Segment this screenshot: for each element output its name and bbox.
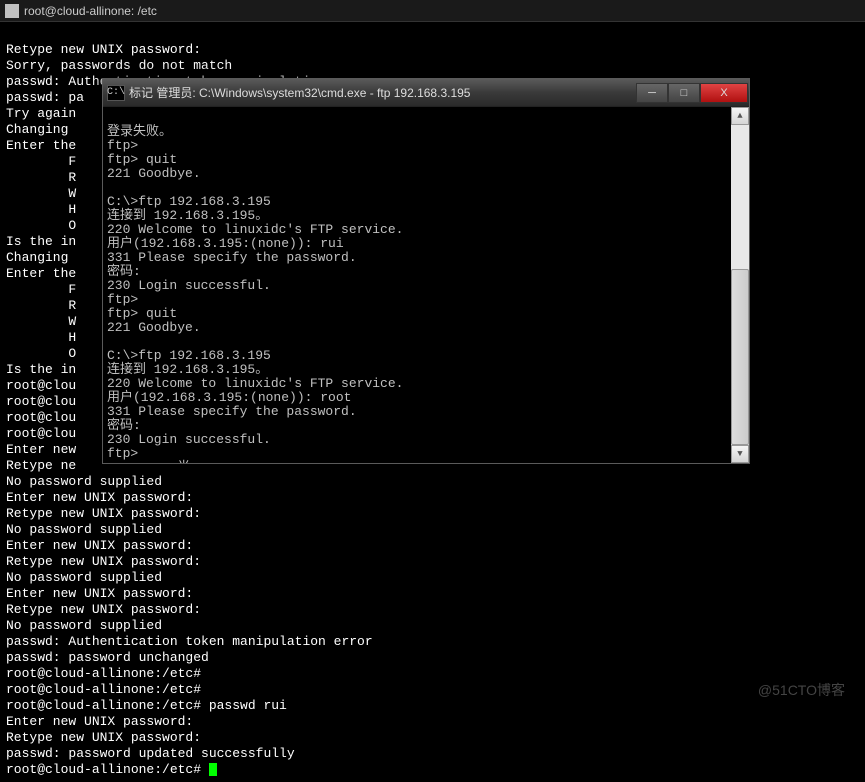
cmd-line: 密码:	[107, 418, 141, 433]
terminal-line: W	[6, 186, 76, 201]
terminal-line: No password supplied	[6, 618, 162, 633]
terminal-line: Enter new	[6, 442, 76, 457]
cmd-line: 用户(192.168.3.195:(none)): rui	[107, 236, 344, 251]
terminal-line: Retype new UNIX password:	[6, 42, 201, 57]
minimize-button[interactable]: ─	[636, 83, 668, 103]
cmd-line: ftp> quit	[107, 152, 177, 167]
terminal-line: root@clou	[6, 378, 76, 393]
scrollbar: ▲ ▼	[731, 107, 749, 463]
cmd-line: 密码:	[107, 264, 141, 279]
terminal-line: Sorry, passwords do not match	[6, 58, 232, 73]
terminal-line: Retype new UNIX password:	[6, 506, 201, 521]
cmd-icon: C:\	[107, 85, 125, 101]
cmd-line: 331 Please specify the password.	[107, 250, 357, 265]
terminal-line: F	[6, 282, 76, 297]
scroll-down-button[interactable]: ▼	[731, 445, 749, 463]
cmd-titlebar[interactable]: C:\ 标记 管理员: C:\Windows\system32\cmd.exe …	[103, 79, 749, 107]
cmd-line: ftp>	[107, 138, 138, 153]
terminal-line: H	[6, 330, 76, 345]
terminal-line: Enter the	[6, 266, 76, 281]
scroll-track[interactable]	[731, 125, 749, 445]
cmd-terminal-content[interactable]: 登录失败。 ftp> ftp> quit 221 Goodbye. C:\>ft…	[103, 107, 731, 463]
terminal-line: H	[6, 202, 76, 217]
terminal-line: root@cloud-allinone:/etc#	[6, 682, 201, 697]
putty-titlebar[interactable]: root@cloud-allinone: /etc	[0, 0, 865, 22]
cmd-body: 登录失败。 ftp> ftp> quit 221 Goodbye. C:\>ft…	[103, 107, 749, 463]
cmd-line: ftp>	[107, 292, 138, 307]
cmd-line: ftp>	[107, 446, 138, 461]
terminal-line: passwd: password updated successfully	[6, 746, 295, 761]
terminal-line: Changing	[6, 250, 76, 265]
terminal-line: Is the in	[6, 362, 76, 377]
terminal-line: O	[6, 218, 76, 233]
terminal-line: Enter new UNIX password:	[6, 586, 193, 601]
terminal-line: Changing	[6, 122, 76, 137]
terminal-line: Enter the	[6, 138, 76, 153]
cmd-line: ftp> quit	[107, 306, 177, 321]
terminal-line: Retype new UNIX password:	[6, 602, 201, 617]
terminal-line: F	[6, 154, 76, 169]
cmd-line: 221 Goodbye.	[107, 166, 201, 181]
terminal-line: No password supplied	[6, 474, 162, 489]
terminal-line: root@clou	[6, 410, 76, 425]
terminal-line: Retype ne	[6, 458, 76, 473]
cmd-line: 331 Please specify the password.	[107, 404, 357, 419]
window-controls: ─ □ X	[636, 83, 748, 103]
cmd-line: 230 Login successful.	[107, 278, 271, 293]
cmd-line: 用户(192.168.3.195:(none)): root	[107, 390, 351, 405]
terminal-line: Enter new UNIX password:	[6, 490, 193, 505]
terminal-line: R	[6, 170, 76, 185]
putty-icon	[5, 4, 19, 18]
terminal-line: Retype new UNIX password:	[6, 730, 201, 745]
scroll-thumb[interactable]	[731, 269, 749, 445]
cmd-line: 221 Goodbye.	[107, 320, 201, 335]
terminal-line: Try again	[6, 106, 76, 121]
terminal-line: root@cloud-allinone:/etc#	[6, 762, 209, 777]
terminal-line: R	[6, 298, 76, 313]
maximize-button[interactable]: □	[668, 83, 700, 103]
cmd-line: 230 Login successful.	[107, 432, 271, 447]
terminal-line: O	[6, 346, 76, 361]
cmd-window: C:\ 标记 管理员: C:\Windows\system32\cmd.exe …	[102, 78, 750, 464]
cmd-line: 登录失败。	[107, 124, 172, 139]
terminal-line: No password supplied	[6, 570, 162, 585]
terminal-line: root@cloud-allinone:/etc# passwd rui	[6, 698, 287, 713]
cmd-title: 标记 管理员: C:\Windows\system32\cmd.exe - ft…	[129, 84, 636, 101]
terminal-line: Retype new UNIX password:	[6, 554, 201, 569]
cmd-line: 220 Welcome to linuxidc's FTP service.	[107, 222, 403, 237]
terminal-line: root@cloud-allinone:/etc#	[6, 666, 201, 681]
terminal-line: Is the in	[6, 234, 76, 249]
terminal-line: No password supplied	[6, 522, 162, 537]
cmd-line: 连接到 192.168.3.195。	[107, 208, 268, 223]
terminal-line: passwd: pa	[6, 90, 84, 105]
cmd-line: C:\>ftp 192.168.3.195	[107, 194, 271, 209]
cmd-line: 220 Welcome to linuxidc's FTP service.	[107, 376, 403, 391]
terminal-line: root@clou	[6, 426, 76, 441]
watermark: @51CTO博客	[758, 680, 845, 700]
putty-title: root@cloud-allinone: /etc	[24, 4, 157, 18]
terminal-line: root@clou	[6, 394, 76, 409]
cmd-line: C:\>ftp 192.168.3.195	[107, 348, 271, 363]
close-button[interactable]: X	[700, 83, 748, 103]
terminal-line: passwd: password unchanged	[6, 650, 209, 665]
terminal-line: Enter new UNIX password:	[6, 538, 193, 553]
cursor	[209, 763, 217, 776]
cmd-line: 半:	[107, 460, 198, 463]
terminal-line: W	[6, 314, 76, 329]
cmd-line: 连接到 192.168.3.195。	[107, 362, 268, 377]
terminal-line: Enter new UNIX password:	[6, 714, 193, 729]
scroll-up-button[interactable]: ▲	[731, 107, 749, 125]
terminal-line: passwd: Authentication token manipulatio…	[6, 634, 373, 649]
